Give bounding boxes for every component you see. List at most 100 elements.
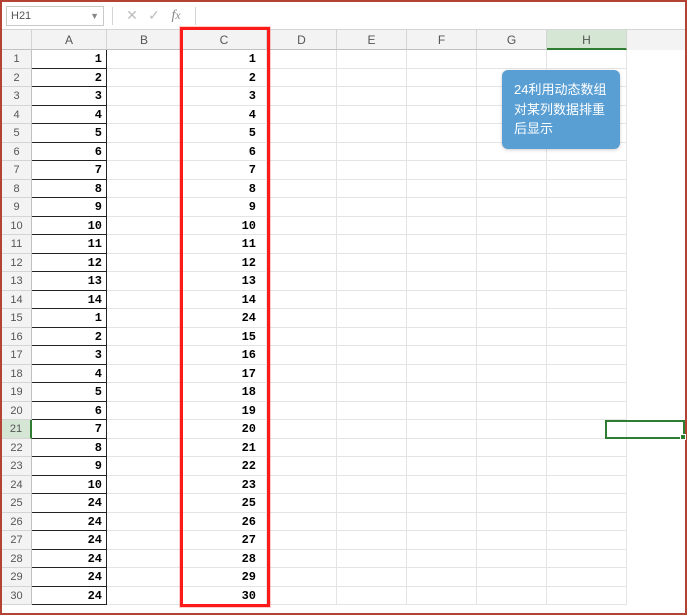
cell[interactable] [477, 272, 547, 291]
cell[interactable] [267, 180, 337, 199]
row-header[interactable]: 29 [2, 568, 32, 587]
cell[interactable] [337, 254, 407, 273]
cell[interactable]: 1 [32, 50, 107, 69]
cell[interactable]: 22 [182, 457, 267, 476]
cell[interactable] [407, 383, 477, 402]
cell[interactable] [337, 143, 407, 162]
cell[interactable] [337, 124, 407, 143]
row-header[interactable]: 23 [2, 457, 32, 476]
cell[interactable] [337, 346, 407, 365]
cell[interactable] [407, 124, 477, 143]
cell[interactable] [407, 180, 477, 199]
cell[interactable]: 24 [182, 309, 267, 328]
cell[interactable] [107, 198, 182, 217]
cell[interactable] [477, 402, 547, 421]
cell[interactable] [107, 346, 182, 365]
cell[interactable]: 2 [182, 69, 267, 88]
cell[interactable] [107, 568, 182, 587]
cell[interactable] [337, 513, 407, 532]
chevron-down-icon[interactable]: ▼ [90, 11, 99, 21]
cell[interactable] [337, 439, 407, 458]
cell[interactable] [407, 513, 477, 532]
cell[interactable] [337, 235, 407, 254]
cell[interactable] [407, 50, 477, 69]
row-header[interactable]: 20 [2, 402, 32, 421]
cell[interactable] [267, 476, 337, 495]
cell[interactable] [407, 550, 477, 569]
cell[interactable] [337, 87, 407, 106]
cell[interactable] [477, 161, 547, 180]
row-header[interactable]: 5 [2, 124, 32, 143]
cell[interactable]: 9 [182, 198, 267, 217]
cell[interactable] [407, 198, 477, 217]
row-header[interactable]: 11 [2, 235, 32, 254]
cell[interactable] [267, 69, 337, 88]
row-header[interactable]: 25 [2, 494, 32, 513]
cell[interactable] [477, 531, 547, 550]
cell[interactable] [267, 198, 337, 217]
cell[interactable] [547, 328, 627, 347]
cell[interactable] [477, 291, 547, 310]
cell[interactable] [407, 476, 477, 495]
cell[interactable] [107, 550, 182, 569]
cell[interactable] [407, 494, 477, 513]
cell[interactable] [107, 513, 182, 532]
cell[interactable] [267, 383, 337, 402]
cell[interactable]: 24 [32, 531, 107, 550]
column-header-h[interactable]: H [547, 30, 627, 50]
cell[interactable]: 19 [182, 402, 267, 421]
cell[interactable] [407, 69, 477, 88]
cell[interactable] [337, 69, 407, 88]
cell[interactable]: 26 [182, 513, 267, 532]
cell[interactable] [547, 587, 627, 606]
cell[interactable] [547, 550, 627, 569]
cell[interactable]: 12 [182, 254, 267, 273]
cell[interactable] [267, 439, 337, 458]
row-header[interactable]: 15 [2, 309, 32, 328]
cell[interactable] [267, 531, 337, 550]
cell[interactable] [337, 106, 407, 125]
cell[interactable] [547, 420, 627, 439]
row-header[interactable]: 19 [2, 383, 32, 402]
cell[interactable] [407, 365, 477, 384]
cell[interactable] [407, 587, 477, 606]
row-header[interactable]: 1 [2, 50, 32, 69]
cell[interactable] [477, 235, 547, 254]
cell[interactable]: 1 [182, 50, 267, 69]
cell[interactable]: 24 [32, 587, 107, 606]
cell[interactable] [547, 568, 627, 587]
cell[interactable]: 23 [182, 476, 267, 495]
cell[interactable]: 20 [182, 420, 267, 439]
cell[interactable] [477, 365, 547, 384]
cell[interactable] [477, 494, 547, 513]
cell[interactable] [267, 124, 337, 143]
row-header[interactable]: 24 [2, 476, 32, 495]
cell[interactable] [267, 328, 337, 347]
cell[interactable] [267, 568, 337, 587]
cell[interactable] [477, 476, 547, 495]
cell[interactable] [407, 457, 477, 476]
cell[interactable]: 1 [32, 309, 107, 328]
cell[interactable] [477, 217, 547, 236]
cell[interactable] [477, 198, 547, 217]
row-header[interactable]: 7 [2, 161, 32, 180]
cell[interactable] [407, 346, 477, 365]
cell[interactable] [547, 217, 627, 236]
cell[interactable] [107, 476, 182, 495]
cell[interactable]: 3 [32, 87, 107, 106]
cell[interactable] [107, 291, 182, 310]
cell[interactable] [337, 587, 407, 606]
cell[interactable] [477, 50, 547, 69]
cell[interactable]: 6 [182, 143, 267, 162]
cell[interactable] [407, 106, 477, 125]
cell[interactable] [477, 309, 547, 328]
cell[interactable] [337, 550, 407, 569]
row-header[interactable]: 10 [2, 217, 32, 236]
cell[interactable]: 24 [32, 513, 107, 532]
column-header-g[interactable]: G [477, 30, 547, 50]
cell[interactable] [107, 365, 182, 384]
cell[interactable] [547, 254, 627, 273]
cell[interactable] [107, 309, 182, 328]
cell[interactable] [477, 420, 547, 439]
cell[interactable] [477, 513, 547, 532]
